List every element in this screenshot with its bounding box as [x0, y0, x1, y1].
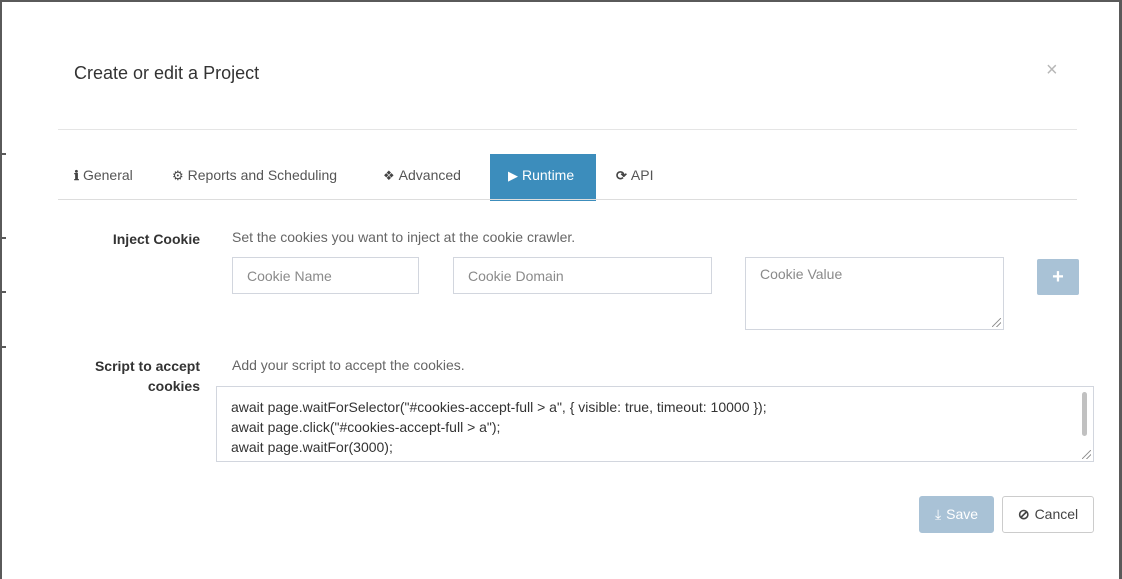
cookie-value-textarea[interactable]	[745, 257, 1004, 330]
cookie-domain-input[interactable]	[453, 257, 712, 294]
inject-cookie-label: Inject Cookie	[112, 231, 200, 247]
script-line: await page.waitForSelector("#cookies-acc…	[231, 399, 767, 415]
frame-tick	[0, 153, 6, 155]
tab-label: Reports and Scheduling	[187, 167, 338, 183]
cancel-label: Cancel	[1034, 506, 1079, 522]
tab-api[interactable]: ⟳ API	[616, 154, 653, 200]
script-label-line2: cookies	[147, 378, 200, 394]
script-line: await page.click("#cookies-accept-full >…	[231, 419, 501, 435]
tab-label: Runtime	[522, 167, 575, 183]
frame-tick	[0, 346, 6, 348]
script-line: await page.waitFor(3000);	[231, 439, 393, 455]
refresh-icon: ⟳	[616, 168, 627, 183]
tab-reports-and-scheduling[interactable]: ⚙ Reports and Scheduling	[172, 154, 337, 200]
tab-label: API	[630, 167, 654, 183]
play-icon: ▶	[508, 168, 518, 183]
resize-grip-icon[interactable]	[1082, 450, 1091, 459]
frame-tick	[0, 291, 6, 293]
frame-tick	[0, 237, 6, 239]
cancel-button[interactable]: ⊘ Cancel	[1002, 496, 1094, 533]
script-label-line1: Script to accept	[94, 358, 200, 374]
close-icon[interactable]: ×	[1046, 60, 1058, 80]
modal-title: Create or edit a Project	[74, 63, 260, 83]
save-button[interactable]: ⤓ Save	[919, 496, 994, 533]
cogs-icon: ⚙	[172, 168, 184, 183]
add-cookie-button[interactable]: +	[1037, 259, 1079, 295]
header-divider	[58, 129, 1077, 130]
tab-advanced[interactable]: ❖ Advanced	[383, 154, 461, 200]
tab-runtime[interactable]: ▶ Runtime	[490, 154, 596, 201]
info-icon: ℹ	[74, 168, 79, 183]
inject-cookie-help: Set the cookies you want to inject at th…	[232, 229, 576, 245]
cubes-icon: ❖	[383, 168, 395, 183]
tab-label: General	[82, 167, 133, 183]
cookie-name-input[interactable]	[232, 257, 419, 294]
save-label: Save	[946, 506, 979, 522]
download-icon: ⤓	[934, 506, 942, 522]
script-scrollbar[interactable]	[1082, 392, 1087, 436]
tab-general[interactable]: ℹ General	[74, 154, 133, 200]
script-help: Add your script to accept the cookies.	[232, 357, 465, 373]
tab-label: Advanced	[398, 167, 461, 183]
plus-icon: +	[1052, 266, 1064, 288]
resize-grip-icon[interactable]	[992, 318, 1001, 327]
script-textarea[interactable]: await page.waitForSelector("#cookies-acc…	[216, 386, 1094, 462]
ban-icon: ⊘	[1017, 506, 1030, 522]
tabs-divider	[58, 199, 1077, 200]
script-label: Script to accept cookies	[60, 356, 200, 396]
tab-bar: ℹ General ⚙ Reports and Scheduling ❖ Advanc…	[58, 154, 1077, 201]
